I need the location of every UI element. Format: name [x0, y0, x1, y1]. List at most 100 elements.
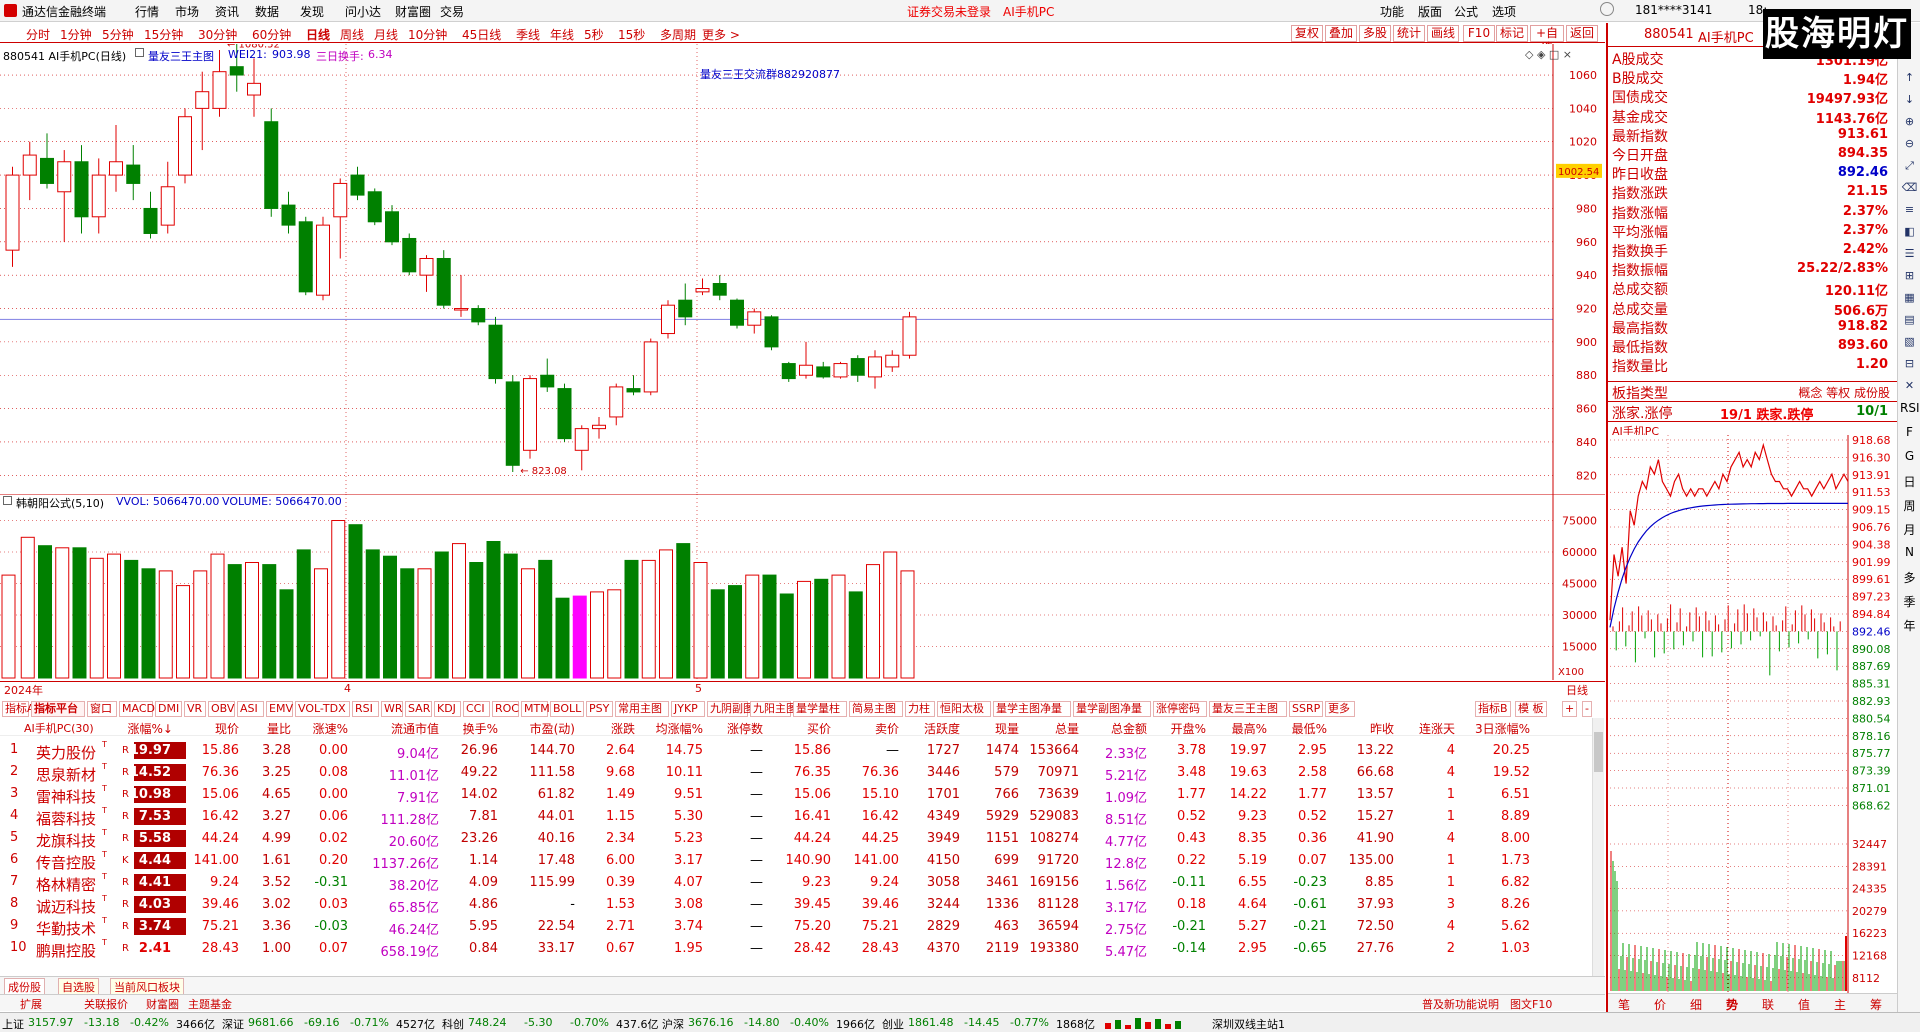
period-1[interactable]: 1分钟: [60, 26, 92, 43]
tool-icon-8[interactable]: ☰: [1900, 247, 1919, 260]
period-13[interactable]: 5秒: [584, 26, 604, 43]
table-header-7[interactable]: 涨跌: [611, 720, 635, 737]
right-tool-8[interactable]: 季: [1900, 593, 1919, 610]
row-name[interactable]: 雷神科技: [36, 786, 96, 807]
table-header-9[interactable]: 涨停数: [727, 720, 763, 737]
indicator-tab-22[interactable]: 九阳主图1: [750, 701, 804, 717]
user-icon[interactable]: [1600, 2, 1614, 16]
indicator-tab-1[interactable]: 指标平台: [31, 701, 85, 717]
indicator-tab-7[interactable]: ASI: [237, 701, 264, 717]
tool-icon-13[interactable]: ⊟: [1900, 357, 1919, 370]
indicator-tab-10[interactable]: RSI: [352, 701, 379, 717]
right-menu-item-3[interactable]: 选项: [1492, 3, 1516, 20]
menu-item-1[interactable]: 市场: [175, 3, 199, 20]
right-tool-1[interactable]: F: [1900, 425, 1919, 439]
indicator-tab-32[interactable]: 更多: [1325, 701, 1355, 717]
indicator-tab-12[interactable]: SAR: [405, 701, 432, 717]
status-index-0[interactable]: 上证: [2, 1016, 24, 1032]
right-tool-9[interactable]: 年: [1900, 617, 1919, 634]
right-tool-3[interactable]: 日: [1900, 473, 1919, 490]
table-row[interactable]: 10 鹏鼎控股 T R 2.41 28.43 1.00 0.07 658.19亿 0.84 33.1…: [0, 938, 1592, 960]
table-header-15[interactable]: 总金额: [1111, 720, 1147, 737]
table-header-11[interactable]: 卖价: [875, 720, 899, 737]
toolbar-2[interactable]: 多股: [1359, 25, 1391, 42]
period-4[interactable]: 30分钟: [198, 26, 237, 43]
row-name[interactable]: 诚迈科技: [36, 896, 96, 917]
period-12[interactable]: 年线: [550, 26, 574, 43]
menu-item-2[interactable]: 资讯: [215, 3, 239, 20]
table-row[interactable]: 6 传音控股 T K 4.44 141.00 1.61 0.20 1137.26亿 1.14 17.…: [0, 850, 1592, 872]
period-2[interactable]: 5分钟: [102, 26, 134, 43]
indicator-tab-18[interactable]: PSY: [586, 701, 613, 717]
period-9[interactable]: 10分钟: [408, 26, 447, 43]
table-header-8[interactable]: 均涨幅%: [656, 720, 703, 737]
tool-icon-2[interactable]: ⊕: [1900, 115, 1919, 128]
right-tool-0[interactable]: RSI: [1900, 401, 1920, 415]
indicator-tab-2[interactable]: 窗口: [87, 701, 117, 717]
quote-tab-7[interactable]: 筹: [1870, 996, 1882, 1013]
row-name[interactable]: 格林精密: [36, 874, 96, 895]
indicator-tab-31[interactable]: SSRP: [1289, 701, 1323, 717]
period-6[interactable]: 日线: [306, 26, 330, 43]
bottom-tab-2[interactable]: 财富圈: [146, 996, 179, 1012]
indicator-tab-6[interactable]: OBV: [208, 701, 235, 717]
tool-icon-3[interactable]: ⊖: [1900, 137, 1919, 150]
table-header-6[interactable]: 市盈(动): [530, 720, 575, 737]
period-16[interactable]: 更多 >: [702, 26, 740, 43]
indicator-tab-4[interactable]: DMI: [155, 701, 182, 717]
table-row[interactable]: 1 英力股份 T R 19.97 15.86 3.28 0.00 9.04亿 26.96 144.7…: [0, 740, 1592, 762]
table-row[interactable]: 9 华勤技术 T R 3.74 75.21 3.36 -0.03 46.24亿 5.95 22.54…: [0, 916, 1592, 938]
menu-item-6[interactable]: 财富圈: [395, 3, 431, 20]
indicator-tab-9[interactable]: VOL-TDX: [295, 701, 350, 717]
quote-tab-4[interactable]: 联: [1762, 996, 1774, 1013]
indicator-tab-8[interactable]: EMV: [266, 701, 293, 717]
indicator-tab-29[interactable]: 涨停密码: [1153, 701, 1207, 717]
component-table[interactable]: AI手机PC(30) 涨幅%↓ 现价 量比 涨速% 流通市值 换手% 市盈(动) 涨跌 均涨幅% 涨…: [0, 718, 1605, 976]
indicator-tab-23[interactable]: 量学量柱: [793, 701, 847, 717]
right-menu-item-2[interactable]: 公式: [1454, 3, 1478, 20]
row-name[interactable]: 福蓉科技: [36, 808, 96, 829]
trade-notice[interactable]: 证券交易未登录: [907, 3, 991, 20]
table-row[interactable]: 2 思泉新材 T R 14.52 76.36 3.25 0.08 11.01亿 49.22 111.…: [0, 762, 1592, 784]
volume-panel[interactable]: 75000 60000 45000 30000 15000 X100 韩朝阳公式(5,10…: [0, 493, 1605, 680]
table-row[interactable]: 3 雷神科技 T R 10.98 15.06 4.65 0.00 7.91亿 14.02 61.82…: [0, 784, 1592, 806]
table-header-2[interactable]: 量比: [267, 720, 291, 737]
status-index-3[interactable]: 沪深: [662, 1016, 684, 1032]
indicator-tab-16[interactable]: MTM: [521, 701, 550, 717]
indicator-tab-26[interactable]: 恒阳太极: [937, 701, 991, 717]
toolbar-7[interactable]: +自选: [1530, 25, 1564, 55]
row-name[interactable]: 传音控股: [36, 852, 96, 873]
row-name[interactable]: 思泉新材: [36, 764, 96, 785]
bottom-tab-0[interactable]: 扩展: [20, 996, 42, 1012]
menu-item-5[interactable]: 问小达: [345, 3, 381, 20]
toolbar-6[interactable]: 标记: [1496, 25, 1528, 42]
tool-icon-4[interactable]: ⤢: [1900, 159, 1919, 173]
table-header-10[interactable]: 买价: [807, 720, 831, 737]
menu-item-7[interactable]: 交易: [440, 3, 464, 20]
kline-chart[interactable]: 1060104010201000980960940920900880860840…: [0, 40, 1605, 494]
volume-indicator-name[interactable]: 韩朝阳公式(5,10): [16, 495, 104, 511]
indicator-tab-11[interactable]: WR: [381, 701, 403, 717]
table-header-14[interactable]: 总量: [1055, 720, 1079, 737]
tool-icon-5[interactable]: ⌫: [1900, 181, 1919, 194]
menu-item-4[interactable]: 发现: [300, 3, 324, 20]
indicator-tab-25[interactable]: 力柱: [905, 701, 935, 717]
period-7[interactable]: 周线: [340, 26, 364, 43]
table-header-3[interactable]: 涨速%: [313, 720, 348, 737]
quote-tab-3[interactable]: 势: [1726, 996, 1738, 1013]
table-header-0[interactable]: 涨幅%↓: [128, 720, 173, 737]
quote-tab-1[interactable]: 价: [1654, 996, 1666, 1013]
table-header-12[interactable]: 活跃度: [924, 720, 960, 737]
status-index-2[interactable]: 科创: [442, 1016, 464, 1032]
table-header-17[interactable]: 最高%: [1232, 720, 1267, 737]
tool-icon-11[interactable]: ▤: [1900, 313, 1919, 326]
indicator-tab-15[interactable]: ROC: [492, 701, 519, 717]
right-tool-2[interactable]: G: [1900, 449, 1919, 463]
server-name[interactable]: 深圳双线主站1: [1212, 1016, 1285, 1032]
table-row[interactable]: 8 诚迈科技 T R 4.03 39.46 3.02 0.03 65.85亿 4.86 - 1.53 3…: [0, 894, 1592, 916]
menu-item-3[interactable]: 数据: [255, 3, 279, 20]
indicator-tab-3[interactable]: MACD: [119, 701, 155, 717]
toolbar-0[interactable]: 复权: [1291, 25, 1323, 42]
user-account[interactable]: 181****3141: [1635, 3, 1712, 17]
tool-icon-0[interactable]: ↑: [1900, 71, 1919, 84]
